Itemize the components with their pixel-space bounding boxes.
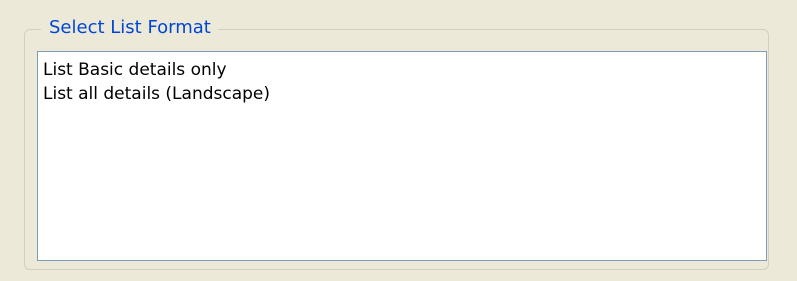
list-format-listbox[interactable]: List Basic details only List all details…	[37, 51, 767, 261]
list-item-all-details-landscape[interactable]: List all details (Landscape)	[43, 82, 761, 106]
group-title: Select List Format	[41, 16, 218, 40]
list-item-basic-details[interactable]: List Basic details only	[43, 58, 761, 82]
